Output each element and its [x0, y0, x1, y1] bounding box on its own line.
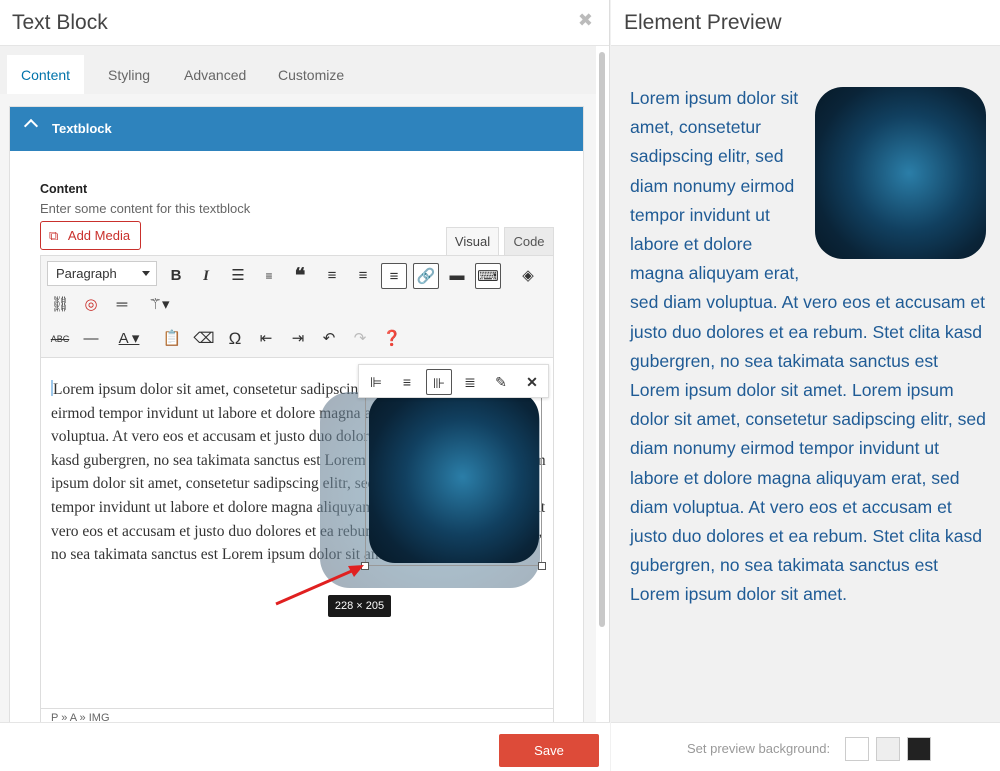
save-button[interactable]: Save: [499, 734, 599, 767]
toolbar-toggle-icon[interactable]: ⌨: [475, 263, 501, 289]
tab-customize[interactable]: Customize: [264, 55, 358, 94]
editor-panel: Text Block ✖ Content Styling Advanced Cu…: [0, 0, 610, 771]
section-title: Textblock: [52, 121, 112, 136]
scroll-thumb[interactable]: [599, 52, 605, 627]
image-align-right-icon[interactable]: ⊪: [426, 369, 452, 395]
align-left-icon[interactable]: ≡: [319, 263, 345, 289]
swatch-dark[interactable]: [907, 737, 931, 761]
text-color-icon[interactable]: A ▾: [109, 326, 149, 352]
format-select[interactable]: Paragraph: [47, 261, 157, 286]
scrollbar[interactable]: [598, 46, 608, 722]
indent-icon[interactable]: ⇥: [285, 326, 311, 352]
preview-title: Element Preview: [624, 11, 782, 34]
paste-text-icon[interactable]: 📋: [159, 326, 185, 352]
section-header[interactable]: Textblock: [10, 107, 583, 151]
selected-image[interactable]: [361, 388, 546, 570]
content-label: Content: [40, 182, 88, 196]
close-icon[interactable]: ✖: [578, 10, 593, 31]
swatch-white[interactable]: [845, 737, 869, 761]
tab-content[interactable]: Content: [7, 55, 85, 94]
preview-footer: Set preview background:: [611, 722, 1000, 771]
format-select-value: Paragraph: [56, 266, 117, 281]
path-status: P » A » IMG: [41, 708, 553, 722]
bold-icon[interactable]: B: [163, 263, 189, 289]
preview-panel: Element Preview Lorem ipsum dolor sit am…: [611, 0, 1000, 771]
undo-icon[interactable]: ↶: [316, 326, 342, 352]
align-right-icon[interactable]: ≡: [381, 263, 407, 289]
blockquote-icon[interactable]: ❝: [287, 263, 313, 289]
tab-styling[interactable]: Styling: [94, 55, 164, 94]
help-icon[interactable]: ❓: [379, 326, 405, 352]
editor-footer: Save: [0, 722, 610, 771]
italic-icon[interactable]: I: [193, 263, 219, 289]
add-media-button[interactable]: ⧉ Add Media: [40, 221, 142, 250]
image-dimensions-tooltip: 228 × 205: [328, 595, 391, 617]
numbered-list-icon[interactable]: ≡: [256, 263, 282, 289]
target-icon[interactable]: ◎: [78, 292, 104, 318]
editor-title: Text Block: [12, 11, 108, 34]
align-center-icon[interactable]: ≡: [350, 263, 376, 289]
preview-globe-image: [815, 87, 986, 259]
unlink-icon[interactable]: ⛓: [47, 292, 73, 318]
horizontal-rule-icon[interactable]: —: [78, 326, 104, 352]
remove-image-icon[interactable]: ✕: [519, 369, 545, 395]
image-align-center-icon[interactable]: ≡: [394, 369, 420, 395]
preview-header: Element Preview: [611, 0, 1000, 46]
layers-icon[interactable]: ◈: [511, 263, 545, 289]
add-media-label: Add Media: [67, 228, 131, 243]
editor-toolbar: Paragraph B I ☰ ≡ ❝ ≡ ≡ ≡ 🔗 ▬ ⌨ ◈ ⛓ ◎ ═ …: [41, 256, 553, 358]
edit-image-icon[interactable]: ✎: [488, 369, 514, 395]
editor-header: Text Block ✖: [0, 0, 609, 46]
special-char-icon[interactable]: Ω: [222, 326, 248, 352]
code-tab[interactable]: Code: [504, 227, 554, 255]
image-toolbar: ⊫ ≡ ⊪ ≣ ✎ ✕: [358, 364, 549, 398]
content-description: Enter some content for this textblock: [40, 201, 251, 216]
resize-handle[interactable]: [538, 562, 546, 570]
clear-format-icon[interactable]: ⌫: [191, 326, 217, 352]
magic-wand-icon[interactable]: ⚚▾: [141, 292, 177, 318]
horizontal-line-icon[interactable]: ═: [109, 292, 135, 318]
tab-advanced[interactable]: Advanced: [170, 55, 260, 94]
read-more-icon[interactable]: ▬: [444, 263, 470, 289]
redo-icon[interactable]: ↷: [347, 326, 373, 352]
outdent-icon[interactable]: ⇤: [253, 326, 279, 352]
preview-content: Lorem ipsum dolor sit amet, consetetur s…: [630, 84, 986, 610]
globe-image: [369, 391, 539, 563]
image-no-align-icon[interactable]: ≣: [457, 369, 483, 395]
image-align-left-icon[interactable]: ⊫: [363, 369, 389, 395]
chevron-up-icon: [23, 118, 39, 134]
strikethrough-icon[interactable]: ABC: [47, 326, 73, 352]
chevron-down-icon: [142, 271, 150, 276]
preview-bg-label: Set preview background:: [687, 741, 831, 756]
media-icon: ⧉: [49, 228, 59, 243]
visual-tab[interactable]: Visual: [446, 227, 499, 255]
link-icon[interactable]: 🔗: [413, 263, 439, 289]
swatch-light-gray[interactable]: [876, 737, 900, 761]
bullet-list-icon[interactable]: ☰: [225, 263, 251, 289]
tab-bar: Content Styling Advanced Customize: [0, 46, 596, 94]
